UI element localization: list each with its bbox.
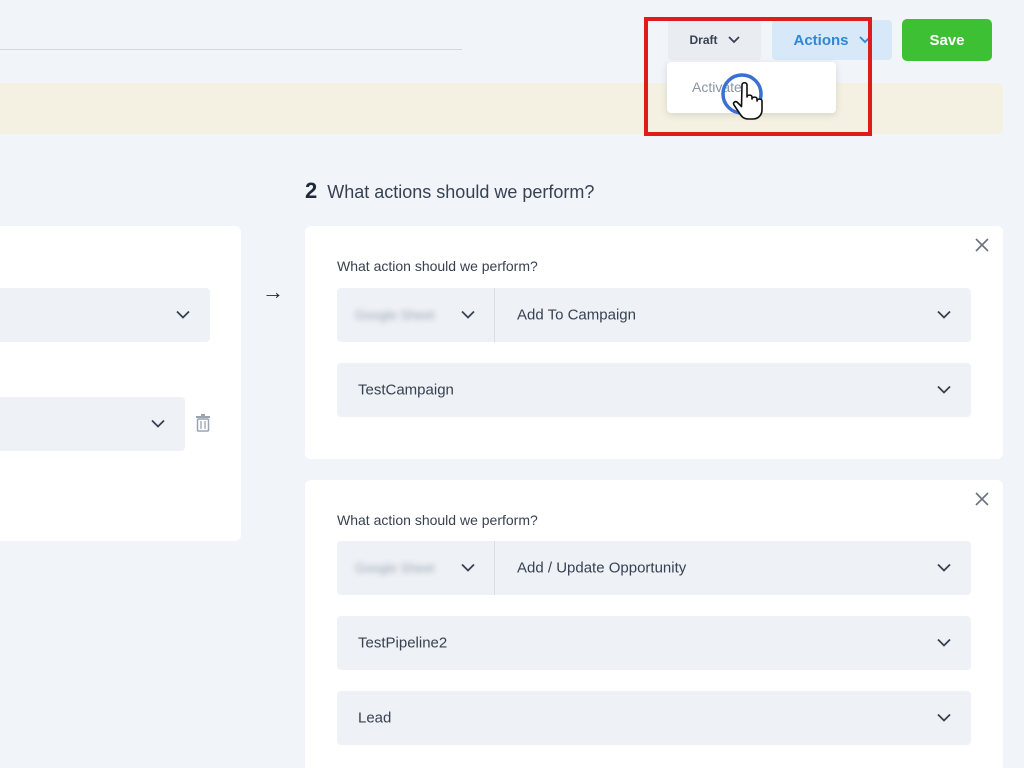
app-select[interactable]: Google Sheet [337, 541, 495, 595]
chevron-down-icon [937, 563, 951, 572]
pipeline-select[interactable]: TestPipeline2 [337, 616, 971, 670]
app-select-value: Google Sheet [355, 307, 435, 323]
action-question-label: What action should we perform? [337, 512, 538, 528]
trigger-select-1[interactable] [0, 288, 210, 342]
campaign-select-value: TestCampaign [358, 381, 454, 399]
chevron-down-icon [937, 310, 951, 319]
chevron-down-icon [151, 419, 165, 428]
action-card: What action should we perform? Google Sh… [305, 480, 1003, 768]
section-heading: 2 What actions should we perform? [305, 178, 594, 204]
pipeline-select-value: TestPipeline2 [358, 634, 448, 652]
stage-select-value: Lead [358, 709, 392, 727]
chevron-down-icon [937, 713, 951, 722]
chevron-down-icon [937, 385, 951, 394]
status-dropdown-button[interactable]: Draft [668, 20, 761, 60]
section-number: 2 [305, 178, 318, 203]
trigger-card [0, 226, 241, 541]
header-divider [0, 49, 462, 50]
status-label: Draft [689, 33, 718, 47]
action-type-select[interactable]: Google Sheet Add / Update Opportunity [337, 541, 971, 595]
action-select-value: Add / Update Opportunity [517, 559, 687, 577]
hand-pointer-cursor-icon [721, 73, 763, 120]
arrow-right-icon: → [262, 279, 284, 304]
chevron-down-icon [727, 36, 740, 44]
chevron-down-icon [461, 563, 475, 572]
chevron-down-icon [937, 638, 951, 647]
trigger-select-2[interactable] [0, 397, 185, 451]
campaign-select[interactable]: TestCampaign [337, 363, 971, 417]
app-select-value: Google Sheet [355, 560, 435, 576]
notice-banner [0, 83, 1003, 134]
action-question-label: What action should we perform? [337, 258, 538, 274]
action-select-value: Add To Campaign [517, 306, 636, 324]
actions-dropdown-button[interactable]: Actions [772, 20, 892, 60]
chevron-down-icon [176, 310, 190, 319]
chevron-down-icon [461, 310, 475, 319]
section-title: What actions should we perform? [327, 182, 595, 202]
chevron-down-icon [858, 36, 871, 44]
close-icon[interactable] [975, 492, 989, 506]
action-type-select[interactable]: Google Sheet Add To Campaign [337, 288, 971, 342]
action-card: What action should we perform? Google Sh… [305, 226, 1003, 459]
stage-select[interactable]: Lead [337, 691, 971, 745]
save-button[interactable]: Save [902, 19, 992, 61]
close-icon[interactable] [975, 238, 989, 252]
app-select[interactable]: Google Sheet [337, 288, 495, 342]
trash-icon[interactable] [195, 414, 211, 432]
actions-label: Actions [793, 31, 849, 49]
